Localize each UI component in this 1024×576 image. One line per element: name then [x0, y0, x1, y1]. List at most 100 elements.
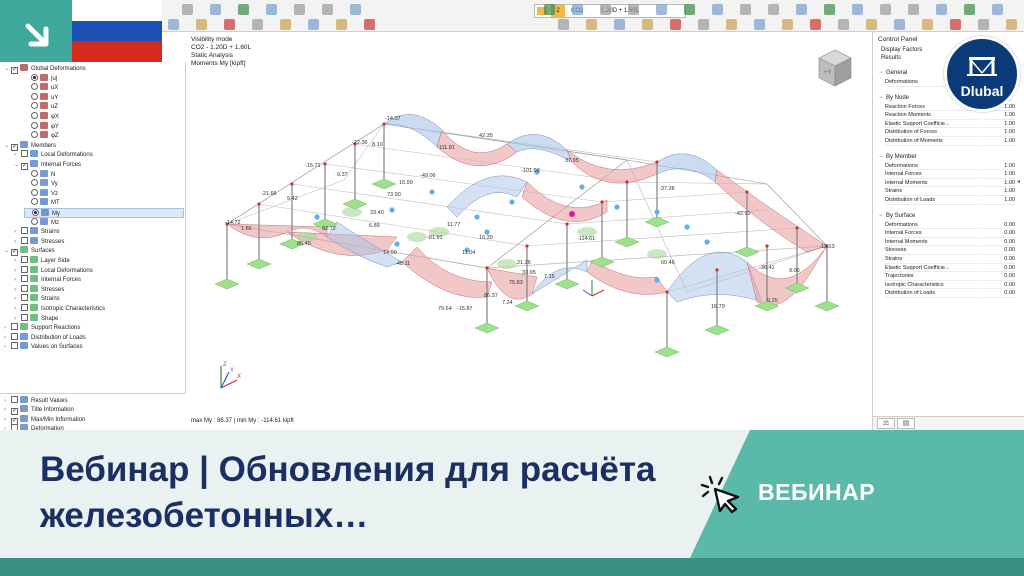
checkbox[interactable] [21, 294, 28, 302]
collapse-icon[interactable]: − [879, 93, 886, 103]
toolbar-tool-icon[interactable] [992, 4, 1003, 15]
toolbar-tool-icon[interactable] [740, 4, 751, 15]
tree-item[interactable]: ⌄ ✓ Surfaces [4, 246, 184, 257]
chevron-right-icon[interactable]: › [14, 275, 21, 285]
chevron-right-icon[interactable]: › [14, 256, 21, 266]
toolbar-tool-icon[interactable] [600, 4, 611, 15]
radio-button[interactable] [31, 131, 38, 139]
panel-row-value[interactable]: 0.00 [983, 289, 1015, 298]
toolbar-tool-icon[interactable] [628, 4, 639, 15]
checkbox[interactable] [11, 332, 18, 340]
radio-button[interactable] [31, 121, 38, 129]
webinar-cta-label[interactable]: ВЕБИНАР [758, 479, 875, 506]
chevron-right-icon[interactable]: › [14, 314, 21, 324]
toolbar-tool-icon[interactable] [922, 19, 933, 30]
panel-row-value[interactable]: 1.00 [983, 196, 1015, 205]
tree-item[interactable]: uY [24, 92, 184, 103]
toolbar-tool-icon[interactable] [642, 19, 653, 30]
panel-row-value[interactable]: 0.00 [983, 221, 1015, 230]
radio-button[interactable] [31, 92, 38, 100]
tree-item[interactable]: › Strains [14, 227, 184, 237]
radio-button[interactable] [31, 83, 38, 91]
toolbar-tool-icon[interactable] [838, 19, 849, 30]
chevron-right-icon[interactable]: › [4, 342, 11, 352]
tree-item[interactable]: › Isotropic Characteristics [14, 304, 184, 314]
panel-row-value[interactable]: 1.00 [983, 137, 1015, 146]
checkbox[interactable] [21, 256, 28, 263]
tab-results-icon[interactable]: ▤ [897, 418, 915, 429]
radio-button[interactable] [31, 188, 38, 196]
toolbar-tool-icon[interactable] [280, 19, 291, 30]
toolbar-tool-icon[interactable] [572, 4, 583, 15]
chevron-right-icon[interactable]: › [14, 294, 21, 304]
panel-row-value[interactable]: 1.00 [983, 170, 1015, 179]
toolbar-tool-icon[interactable] [210, 4, 221, 15]
toolbar-tool-icon[interactable] [196, 19, 207, 30]
checkbox[interactable] [21, 275, 28, 283]
radio-button[interactable] [32, 209, 39, 216]
panel-row-value[interactable]: 0.00 [983, 238, 1015, 247]
chevron-right-icon[interactable]: › [4, 333, 11, 343]
tree-item[interactable]: Vz [24, 188, 184, 199]
checkbox[interactable] [11, 396, 18, 403]
radio-button[interactable] [31, 198, 38, 206]
toolbar-tool-icon[interactable] [796, 4, 807, 15]
checkbox[interactable] [11, 323, 18, 331]
toolbar-tool-icon[interactable] [712, 4, 723, 15]
panel-row-value[interactable]: 1.00 [983, 187, 1015, 196]
chevron-right-icon[interactable]: › [14, 237, 21, 247]
chevron-right-icon[interactable]: › [14, 266, 21, 276]
toolbar-tool-icon[interactable] [964, 4, 975, 15]
toolbar-tool-icon[interactable] [266, 4, 277, 15]
toolbar-tool-icon[interactable] [336, 19, 347, 30]
tree-item[interactable]: › Support Reactions [4, 323, 184, 333]
chevron-right-icon[interactable]: › [4, 323, 11, 333]
toolbar-tool-icon[interactable] [698, 19, 709, 30]
tree-item[interactable]: uX [24, 83, 184, 93]
toolbar-tool-icon[interactable] [908, 4, 919, 15]
tree-item[interactable]: ⌄ ✓ Global Deformations [4, 64, 184, 74]
chevron-down-icon[interactable]: ⌄ [4, 141, 11, 151]
checkbox[interactable] [21, 313, 28, 321]
toolbar-tool-icon[interactable] [754, 19, 765, 30]
toolbar-tool-icon[interactable] [936, 4, 947, 15]
tree-item[interactable]: › Stresses [14, 284, 184, 295]
toolbar-tool-icon[interactable] [1006, 19, 1017, 30]
toolbar-tool-icon[interactable] [294, 4, 305, 15]
checkbox[interactable] [21, 227, 28, 235]
tree-item[interactable]: |u| [24, 73, 184, 84]
toolbar-tool-icon[interactable] [656, 4, 667, 15]
tree-item[interactable]: φZ [24, 131, 184, 141]
model-3d-view[interactable]: Visibility mode CO2 - 1.20D + 1.60L Stat… [187, 32, 872, 430]
panel-section-header[interactable]: − By Member [879, 152, 973, 162]
panel-row-value[interactable]: 0.00 [983, 255, 1015, 264]
toolbar-tool-icon[interactable] [252, 19, 263, 30]
tree-item[interactable]: N [24, 169, 184, 180]
navigation-cube[interactable]: +Y [813, 46, 857, 90]
chevron-right-icon[interactable]: › [14, 304, 21, 314]
toolbar-tool-icon[interactable] [880, 4, 891, 15]
toolbar-tool-icon[interactable] [684, 4, 695, 15]
tree-item[interactable]: › Layer Side [14, 256, 184, 266]
tree-item[interactable]: ⌄ ✓ Members [4, 140, 184, 151]
radio-button[interactable] [31, 102, 38, 110]
panel-row-value[interactable]: 1.00 [983, 179, 1015, 188]
toolbar-tool-icon[interactable] [768, 4, 779, 15]
radio-button[interactable] [31, 217, 38, 225]
toolbar-tool-icon[interactable] [350, 4, 361, 15]
toolbar-tool-icon[interactable] [322, 4, 333, 15]
checkbox[interactable] [21, 236, 28, 244]
toolbar-tool-icon[interactable] [726, 19, 737, 30]
checkbox[interactable] [21, 265, 28, 273]
radio-button[interactable] [31, 73, 38, 81]
tree-item[interactable]: › Shape [14, 313, 184, 324]
collapse-icon[interactable]: − [879, 152, 886, 162]
tree-item[interactable]: MT [24, 198, 184, 208]
toolbar-tool-icon[interactable] [238, 4, 249, 15]
radio-button[interactable] [31, 179, 38, 187]
tree-item[interactable]: › Distribution of Loads [4, 332, 184, 343]
toolbar-tool-icon[interactable] [866, 19, 877, 30]
toolbar-tool-icon[interactable] [824, 4, 835, 15]
checkbox[interactable]: ✓ [11, 67, 18, 74]
tree-item[interactable]: › Strains [14, 294, 184, 304]
